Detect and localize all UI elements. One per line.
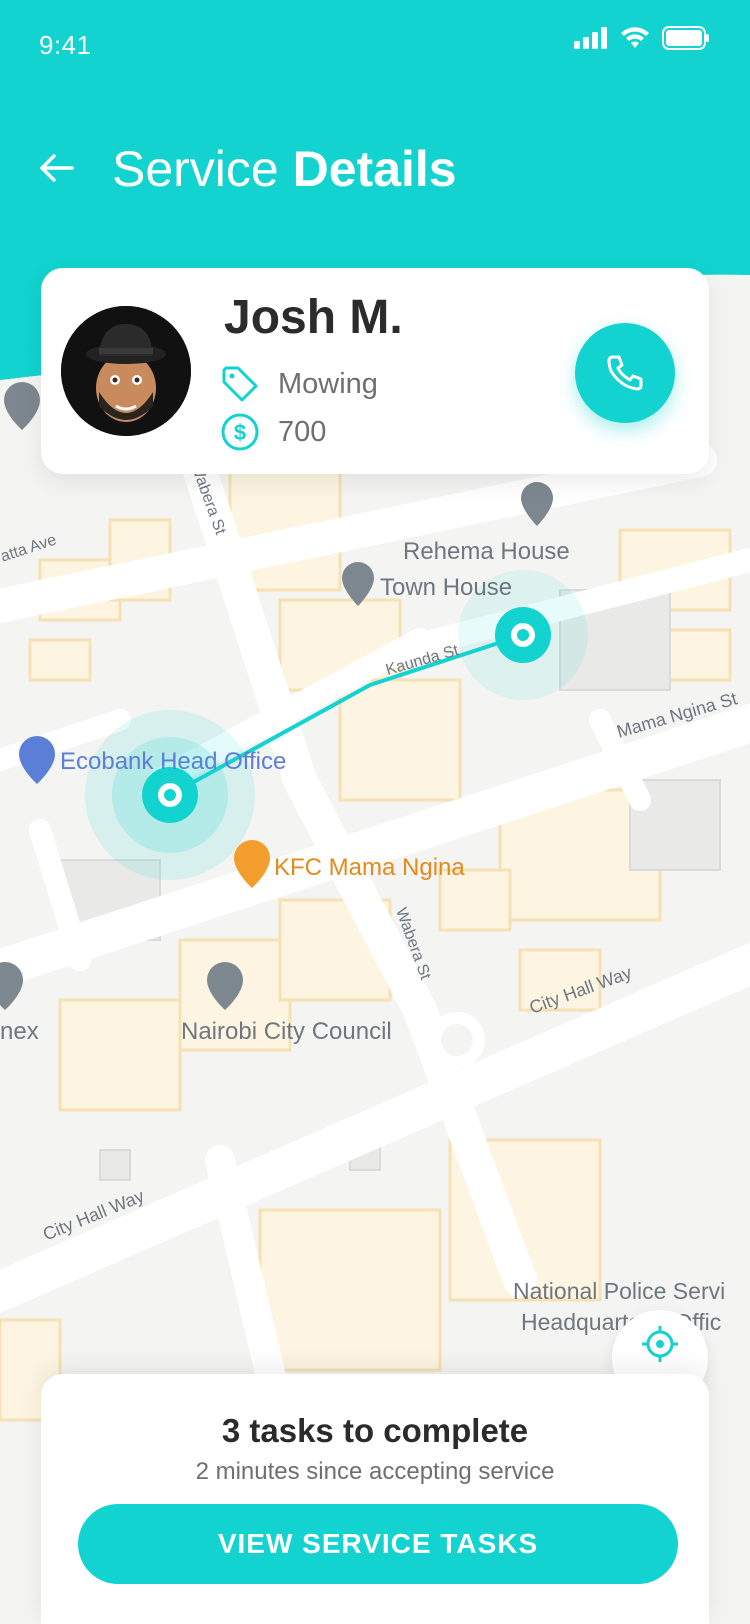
map-label-kfc: KFC Mama Ngina bbox=[274, 854, 465, 881]
tasks-sheet: 3 tasks to complete 2 minutes since acce… bbox=[41, 1374, 709, 1624]
back-button[interactable] bbox=[36, 148, 76, 188]
tag-icon bbox=[222, 366, 258, 402]
avatar bbox=[61, 306, 191, 436]
battery-icon bbox=[662, 26, 709, 50]
status-icons bbox=[574, 26, 710, 50]
price-row: $ 700 bbox=[220, 412, 326, 452]
map-label-police-1: National Police Servi bbox=[513, 1278, 726, 1304]
map-label-town-house: Town House bbox=[380, 574, 513, 601]
provider-card: Josh M. Mowing $ 700 bbox=[41, 268, 709, 474]
price-value: 700 bbox=[278, 415, 327, 448]
page-title: Service Details bbox=[112, 140, 457, 198]
wifi-icon bbox=[621, 27, 649, 48]
page-title-bold: Details bbox=[292, 141, 457, 197]
call-button[interactable] bbox=[575, 323, 675, 423]
status-bar: 9:41 bbox=[0, 0, 750, 92]
status-time: 9:41 bbox=[39, 30, 92, 60]
signal-icon bbox=[574, 27, 607, 49]
svg-text:$: $ bbox=[234, 420, 246, 445]
arrow-left-icon bbox=[40, 154, 74, 182]
map-label-rehema: Rehema House bbox=[403, 538, 570, 565]
locate-icon bbox=[642, 1326, 678, 1362]
map-label-ecobank: Ecobank Head Office bbox=[60, 748, 287, 775]
avatar-image bbox=[61, 306, 191, 436]
dollar-icon: $ bbox=[221, 413, 259, 451]
page-title-prefix: Service bbox=[112, 141, 279, 197]
service-row: Mowing bbox=[220, 364, 378, 404]
phone-icon bbox=[607, 355, 643, 391]
map-label-nairobi-council: Nairobi City Council bbox=[181, 1018, 392, 1045]
view-service-tasks-button[interactable]: VIEW SERVICE TASKS bbox=[78, 1504, 678, 1584]
tasks-subtitle: 2 minutes since accepting service bbox=[195, 1458, 555, 1485]
map-label-annex: nex bbox=[0, 1018, 39, 1045]
service-label: Mowing bbox=[278, 367, 378, 400]
tasks-title: 3 tasks to complete bbox=[221, 1412, 529, 1449]
provider-name: Josh M. bbox=[224, 291, 403, 344]
nav-header: Service Details bbox=[0, 130, 750, 214]
